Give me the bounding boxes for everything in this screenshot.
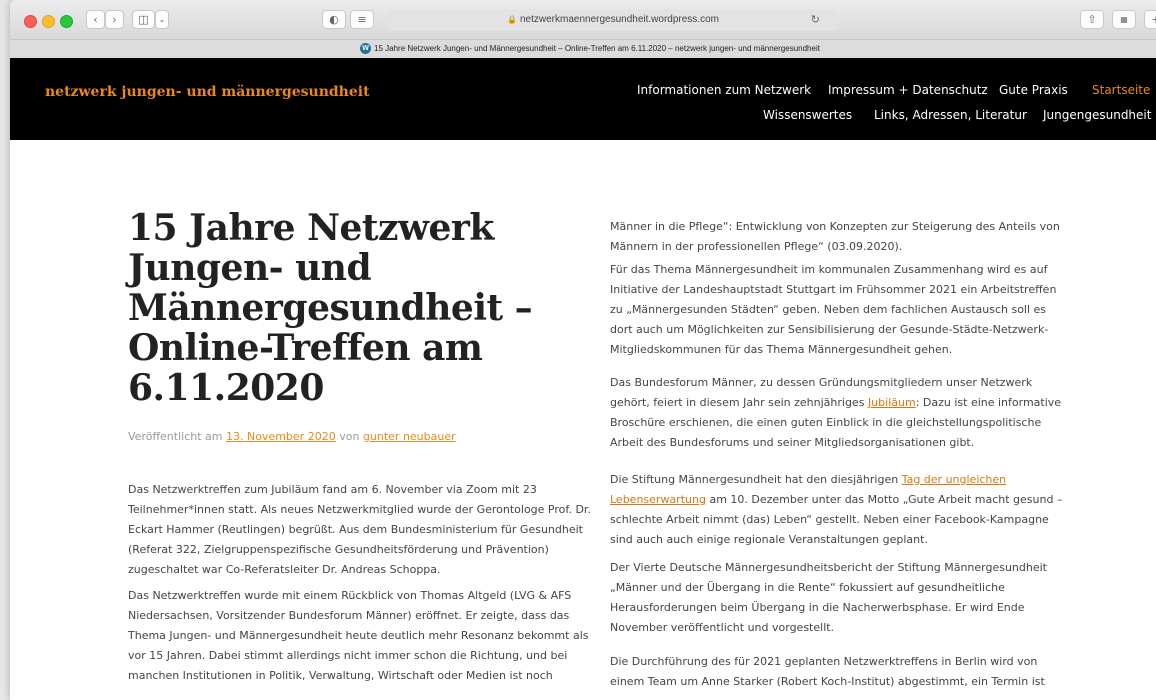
reader-icon[interactable]: ≡ bbox=[350, 10, 374, 29]
author-link[interactable]: gunter neubauer bbox=[363, 430, 456, 443]
chevron-down-icon[interactable]: ⌄ bbox=[155, 10, 169, 29]
nav-impressum[interactable]: Impressum + Datenschutz bbox=[828, 83, 988, 97]
tab-bar[interactable]: W 15 Jahre Netzwerk Jungen- und Männerges… bbox=[10, 39, 1156, 59]
privacy-icon[interactable]: ◐ bbox=[322, 10, 346, 29]
zoom-window-button[interactable] bbox=[60, 15, 73, 28]
back-icon[interactable]: ‹ bbox=[86, 10, 105, 29]
tab-title: 15 Jahre Netzwerk Jungen- und Männergesu… bbox=[374, 44, 820, 53]
sidebar-icon[interactable]: ◫ bbox=[132, 10, 155, 29]
nav-startseite[interactable]: Startseite bbox=[1092, 83, 1150, 97]
paragraph: Für das Thema Männergesundheit im kommun… bbox=[610, 263, 1057, 356]
address-bar[interactable]: 🔒 netzwerkmaennergesundheit.wordpress.com… bbox=[388, 9, 838, 31]
meta-by: von bbox=[339, 430, 360, 443]
wordpress-favicon-icon: W bbox=[360, 43, 372, 55]
lock-icon: 🔒 bbox=[507, 15, 517, 24]
jubilaeum-link[interactable]: Jubiläum bbox=[868, 396, 916, 409]
text-run: Die Stiftung Männergesundheit hat den di… bbox=[610, 473, 902, 486]
nav-jungengesundheit[interactable]: Jungengesundheit bbox=[1043, 108, 1151, 122]
forward-icon[interactable]: › bbox=[105, 10, 124, 29]
post-meta: Veröffentlicht am 13. November 2020 von … bbox=[128, 430, 456, 443]
meta-prefix: Veröffentlicht am bbox=[128, 430, 223, 443]
paragraph: Das Bundesforum Männer, zu dessen Gründu… bbox=[610, 373, 1070, 453]
site-header: netzwerk jungen- und männergesundheit In… bbox=[10, 58, 1156, 140]
post-title: 15 Jahre Netzwerk Jungen- und Männergesu… bbox=[128, 207, 533, 409]
share-icon[interactable]: ⇧ bbox=[1080, 10, 1104, 29]
paragraph: Das Netzwerktreffen zum Jubiläum fand am… bbox=[128, 483, 591, 576]
nav-links[interactable]: Links, Adressen, Literatur bbox=[874, 108, 1027, 122]
paragraph: Das Netzwerktreffen wurde mit einem Rück… bbox=[128, 589, 589, 682]
tab-overview-icon[interactable]: ▦ bbox=[1112, 10, 1136, 29]
site-title[interactable]: netzwerk jungen- und männergesundheit bbox=[45, 84, 370, 100]
nav-informationen[interactable]: Informationen zum Netzwerk bbox=[637, 83, 811, 97]
reload-icon[interactable]: ↻ bbox=[811, 9, 820, 31]
address-text: netzwerkmaennergesundheit.wordpress.com bbox=[519, 14, 719, 25]
main-content: 15 Jahre Netzwerk Jungen- und Männergesu… bbox=[10, 140, 1156, 700]
nav-wissenswertes[interactable]: Wissenswertes bbox=[763, 108, 852, 122]
post-date-link[interactable]: 13. November 2020 bbox=[226, 430, 336, 443]
browser-window: ‹ › ◫ ⌄ ◐ ≡ 🔒 netzwerkmaennergesundheit.w… bbox=[10, 0, 1156, 700]
paragraph: Männer in die Pflege“: Entwicklung von K… bbox=[610, 220, 1060, 253]
paragraph: Die Stiftung Männergesundheit hat den di… bbox=[610, 470, 1070, 550]
nav-gute-praxis[interactable]: Gute Praxis bbox=[999, 83, 1068, 97]
paragraph: Die Durchführung des für 2021 geplanten … bbox=[610, 655, 1045, 688]
minimize-window-button[interactable] bbox=[42, 15, 55, 28]
new-tab-icon[interactable]: + bbox=[1144, 10, 1156, 29]
title-bar: ‹ › ◫ ⌄ ◐ ≡ 🔒 netzwerkmaennergesundheit.w… bbox=[10, 0, 1156, 39]
paragraph: Der Vierte Deutsche Männergesundheitsber… bbox=[610, 561, 1047, 634]
close-window-button[interactable] bbox=[24, 15, 37, 28]
